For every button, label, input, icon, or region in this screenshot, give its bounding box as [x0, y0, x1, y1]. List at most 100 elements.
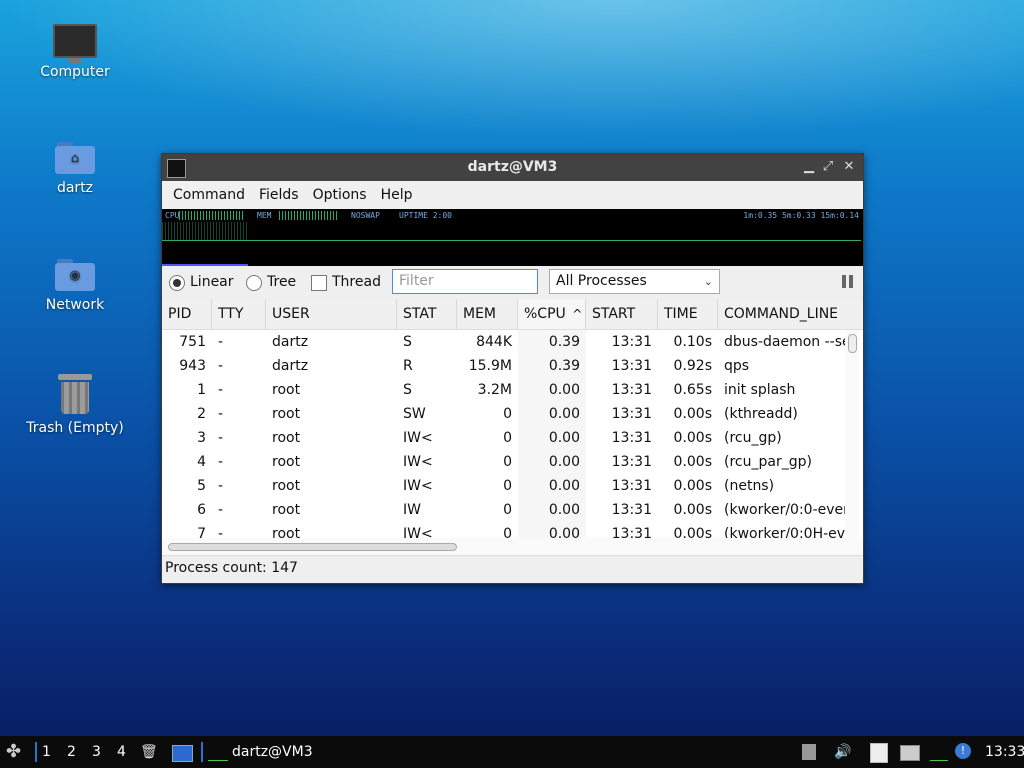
cell-cmd: (kworker/0:0-ever	[724, 502, 845, 518]
home-folder-icon: ⌂	[55, 142, 95, 174]
thread-label[interactable]: Thread	[332, 274, 381, 290]
column-start[interactable]: START	[586, 299, 658, 329]
cell-start: 13:31	[611, 454, 652, 470]
table-row[interactable]: 751- dartz S 844K 0.39 13:31 0.10s dbus-daemon …	[162, 330, 845, 354]
mem-meter	[279, 211, 337, 220]
column-command-line[interactable]: COMMAND_LINE	[718, 299, 845, 329]
start-menu-icon[interactable]: ✤	[6, 736, 21, 768]
column-cpu-label: %CPU	[524, 306, 566, 322]
cpu-history	[162, 222, 248, 240]
process-filter-select[interactable]: All Processes ⌄	[549, 269, 720, 294]
table-row[interactable]: 3- root IW< 0 0.00 13:31 0.00s (rcu_gp)	[162, 426, 842, 450]
cell-mem: 0	[503, 502, 512, 518]
cell-tty: -	[218, 382, 224, 398]
cell-mem: 15.9M	[468, 358, 512, 374]
info-icon[interactable]: !	[955, 743, 971, 759]
cell-mem: 3.2M	[477, 382, 512, 398]
cell-pid: 3	[197, 430, 206, 446]
thread-checkbox[interactable]	[311, 275, 327, 291]
clipboard-icon[interactable]	[802, 744, 816, 760]
cell-pid: 4	[197, 454, 206, 470]
network-status-icon[interactable]	[900, 745, 920, 761]
volume-icon[interactable]: 🔊	[834, 744, 851, 760]
table-row[interactable]: 943- dartz R 15.9M 0.39 13:31 0.92s qps	[162, 354, 842, 378]
column-time[interactable]: TIME	[658, 299, 718, 329]
vertical-scroll-thumb[interactable]	[848, 334, 857, 353]
table-row[interactable]: 5- root IW< 0 0.00 13:31 0.00s (netns)	[162, 474, 842, 498]
cell-stat: S	[403, 334, 412, 350]
status-bar: Process count: 147	[162, 555, 863, 581]
desktop-icon-computer[interactable]: Computer	[20, 24, 130, 80]
desktop-icon-network[interactable]: ◉ Network	[20, 259, 130, 313]
desktop-icon-label: dartz	[56, 180, 94, 196]
cell-user: root	[272, 406, 301, 422]
column-pid[interactable]: PID	[162, 299, 212, 329]
mem-label: MEM	[257, 211, 272, 220]
system-load-graph: CPU MEM NOSWAP UPTIME 2:00 1m:0.35 5m:0.…	[162, 209, 863, 266]
column-cpu[interactable]: %CPU ^	[518, 299, 586, 329]
view-toolbar: Linear Tree Thread Filter All Processes …	[162, 266, 863, 299]
table-row[interactable]: 1- root S 3.2M 0.00 13:31 0.65s init splash	[162, 378, 842, 402]
notes-icon[interactable]	[870, 743, 888, 763]
cell-cpu: 0.39	[518, 330, 586, 354]
column-mem[interactable]: MEM	[457, 299, 518, 329]
desktop-icon-trash[interactable]: Trash (Empty)	[20, 374, 130, 436]
show-desktop-icon[interactable]	[172, 745, 193, 762]
cell-time: 0.00s	[673, 478, 712, 494]
sort-ascending-icon: ^	[572, 307, 583, 321]
pause-icon[interactable]	[842, 275, 854, 289]
cell-cmd: dbus-daemon --se	[724, 334, 845, 350]
workspace-1[interactable]: 1	[42, 736, 51, 768]
linear-radio[interactable]	[169, 275, 185, 291]
computer-icon	[53, 24, 97, 64]
cell-tty: -	[218, 454, 224, 470]
menu-help[interactable]: Help	[374, 187, 420, 203]
cell-stat: IW<	[403, 526, 433, 538]
cell-user: root	[272, 502, 301, 518]
horizontal-scrollbar[interactable]	[162, 538, 863, 555]
cell-user: dartz	[272, 358, 309, 374]
trash-launcher-icon[interactable]: 🗑	[140, 744, 158, 760]
cell-cmd: (kthreadd)	[724, 406, 798, 422]
process-table: PID TTY USER STAT MEM %CPU ^ START TIME …	[162, 299, 863, 538]
maximize-button[interactable]: ⤢	[819, 158, 837, 176]
column-user[interactable]: USER	[266, 299, 397, 329]
workspace-3[interactable]: 3	[92, 736, 101, 768]
cell-stat: S	[403, 382, 412, 398]
tree-radio[interactable]	[246, 275, 262, 291]
cell-time: 0.00s	[673, 430, 712, 446]
cell-start: 13:31	[611, 406, 652, 422]
table-row[interactable]: 4- root IW< 0 0.00 13:31 0.00s (rcu_par_gp)	[162, 450, 842, 474]
workspace-2[interactable]: 2	[67, 736, 76, 768]
cell-stat: IW	[403, 502, 421, 518]
tree-label[interactable]: Tree	[267, 274, 296, 290]
desktop-icon-label: Computer	[40, 64, 110, 80]
menu-fields[interactable]: Fields	[252, 187, 306, 203]
cell-start: 13:31	[611, 358, 652, 374]
filter-input[interactable]: Filter	[392, 269, 538, 294]
column-stat[interactable]: STAT	[397, 299, 457, 329]
horizontal-scroll-thumb[interactable]	[168, 543, 457, 551]
cell-user: root	[272, 526, 301, 538]
menu-command[interactable]: Command	[166, 187, 252, 203]
clock[interactable]: 13:33	[985, 736, 1024, 768]
minimize-button[interactable]: ▁	[800, 158, 818, 176]
menu-options[interactable]: Options	[306, 187, 374, 203]
workspace-4[interactable]: 4	[117, 736, 126, 768]
table-row[interactable]: 2- root SW 0 0.00 13:31 0.00s (kthreadd)	[162, 402, 842, 426]
vertical-scrollbar[interactable]	[845, 330, 859, 538]
menu-bar: Command Fields Options Help	[162, 181, 863, 209]
cell-cmd: (rcu_par_gp)	[724, 454, 812, 470]
table-row[interactable]: 6- root IW 0 0.00 13:31 0.00s (kworker/0:0-ever	[162, 498, 845, 522]
desktop-icon-home[interactable]: ⌂ dartz	[20, 142, 130, 196]
trash-icon	[58, 374, 92, 414]
table-row[interactable]: 7- root IW< 0 0.00 13:31 0.00s (kworker/0:0H-ev	[162, 522, 845, 538]
process-viewer-window: dartz@VM3 ▁ ⤢ ✕ Command Fields Options H…	[161, 153, 864, 584]
title-bar[interactable]: dartz@VM3 ▁ ⤢ ✕	[162, 154, 863, 181]
linear-label[interactable]: Linear	[190, 274, 234, 290]
task-button-qps[interactable]: dartz@VM3	[232, 736, 313, 768]
close-button[interactable]: ✕	[840, 158, 858, 176]
cell-mem: 0	[503, 406, 512, 422]
column-tty[interactable]: TTY	[212, 299, 266, 329]
cell-cpu: 0.00	[518, 522, 586, 538]
